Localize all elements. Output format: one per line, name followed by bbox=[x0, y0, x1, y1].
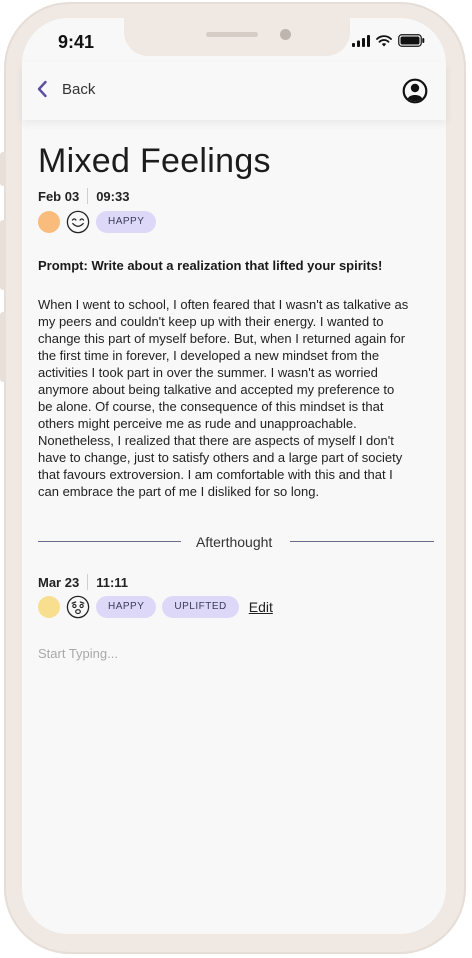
speaker bbox=[206, 32, 258, 37]
afterthought-input[interactable] bbox=[38, 642, 428, 664]
side-button-volume-up bbox=[0, 220, 6, 290]
journal-prompt: Prompt: Write about a realization that l… bbox=[38, 258, 383, 273]
entry-body: When I went to school, I often feared th… bbox=[38, 296, 434, 500]
entry-body-line: others might perceive me as rude and una… bbox=[38, 416, 357, 431]
entry-body-line: that favours extroversion. I am comforta… bbox=[38, 467, 393, 482]
entry-time: 09:33 bbox=[96, 188, 130, 204]
smiling-face-icon bbox=[66, 210, 90, 234]
entry-body-line: my peers and couldn't keep up with their… bbox=[38, 314, 384, 329]
entry-body-line: the first time in forever, I developed a… bbox=[38, 348, 380, 363]
afterthought-divider-left bbox=[38, 541, 181, 542]
afterthought-divider-right bbox=[290, 541, 434, 542]
entry-body-line: change this part of myself before. But, … bbox=[38, 331, 406, 346]
afterthought-mood-row: HAPPY UPLIFTED Edit bbox=[38, 595, 273, 619]
entry-title: Mixed Feelings bbox=[38, 142, 271, 180]
afterthought-heading: Afterthought bbox=[196, 534, 273, 550]
afterthought-datetime: Mar 23 11:11 bbox=[38, 574, 128, 590]
mood-tag-happy[interactable]: HAPPY bbox=[96, 211, 157, 233]
entry-date: Feb 03 bbox=[38, 188, 80, 204]
profile-icon[interactable] bbox=[402, 78, 428, 104]
mood-tag-happy[interactable]: HAPPY bbox=[96, 596, 157, 618]
back-label: Back bbox=[62, 80, 96, 98]
entry-body-line: anymore about being talkative and accept… bbox=[38, 382, 395, 397]
side-button-volume-down bbox=[0, 312, 6, 382]
status-time: 9:41 bbox=[58, 32, 95, 52]
entry-body-line: Nonetheless, I realized that there are a… bbox=[38, 433, 394, 448]
worried-face-icon bbox=[66, 595, 90, 619]
meta-separator bbox=[87, 574, 89, 590]
signal-icon bbox=[352, 35, 370, 47]
mood-color-dot bbox=[38, 211, 60, 233]
battery-icon bbox=[398, 34, 425, 47]
afterthought-date: Mar 23 bbox=[38, 574, 80, 590]
camera bbox=[280, 29, 291, 40]
mood-tag-uplifted[interactable]: UPLIFTED bbox=[162, 596, 239, 618]
entry-body-line: be alone. Of course, the consequence of … bbox=[38, 399, 384, 414]
entry-body-line: activities I took part in over the summe… bbox=[38, 365, 378, 380]
notch bbox=[124, 18, 350, 56]
chevron-left-icon bbox=[37, 80, 47, 98]
afterthought-time: 11:11 bbox=[96, 574, 129, 590]
entry-datetime: Feb 03 09:33 bbox=[38, 188, 129, 204]
entry-body-line: When I went to school, I often feared th… bbox=[38, 297, 409, 312]
top-nav-bar: Back bbox=[22, 62, 446, 120]
side-button-mute bbox=[0, 152, 6, 186]
wifi-icon bbox=[376, 35, 392, 47]
mood-color-dot bbox=[38, 596, 60, 618]
back-button[interactable]: Back bbox=[36, 80, 95, 98]
entry-body-line: have to change, just to satisfy others a… bbox=[38, 450, 403, 465]
edit-tags-link[interactable]: Edit bbox=[249, 599, 273, 615]
entry-mood-row: HAPPY bbox=[38, 210, 157, 234]
status-icons bbox=[352, 34, 425, 47]
meta-separator bbox=[87, 188, 89, 204]
entry-body-line: can embrace the part of me I disliked fo… bbox=[38, 484, 320, 499]
